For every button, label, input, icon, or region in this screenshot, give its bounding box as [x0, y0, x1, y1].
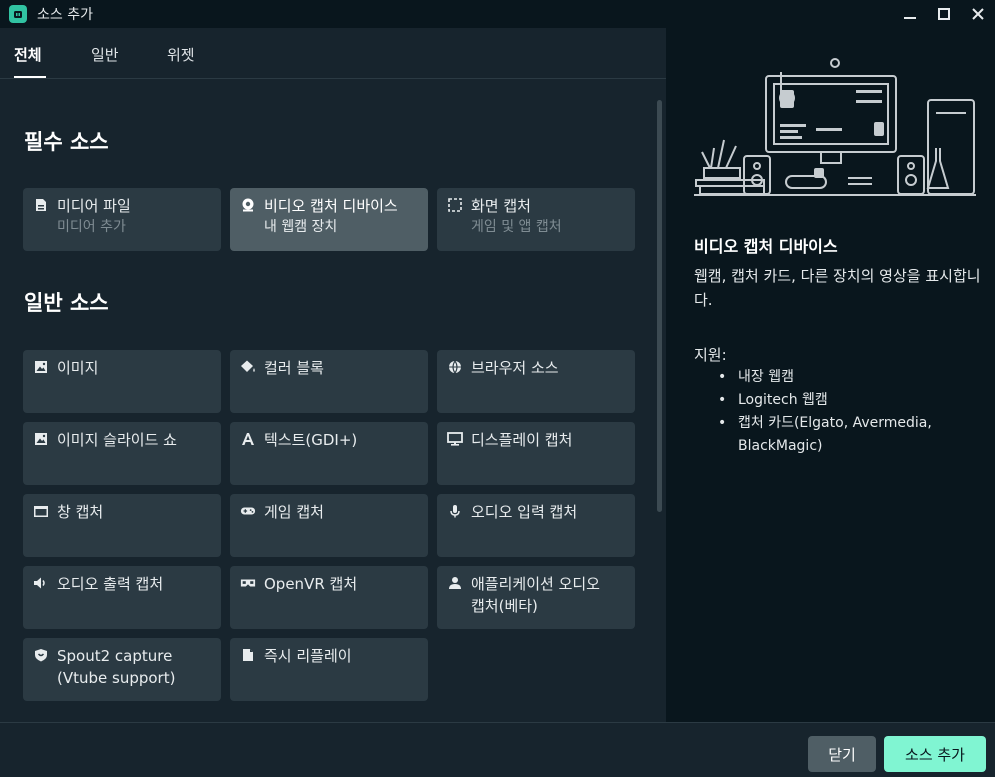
source-card-media-file[interactable]: 미디어 파일 미디어 추가 [23, 188, 221, 251]
gamepad-icon [240, 503, 256, 519]
source-card-spout2[interactable]: Spout2 capture (Vtube support) [23, 638, 221, 701]
globe-icon [447, 359, 463, 375]
support-label: 지원: [694, 346, 727, 364]
source-card-sub: 내 웹캠 장치 [264, 219, 338, 235]
scrollbar-thumb[interactable] [657, 100, 662, 512]
image-icon [33, 431, 49, 447]
details-description: 웹캠, 캡처 카드, 다른 장치의 영상을 표시합니다. [694, 267, 981, 309]
source-card-audio-input[interactable]: 오디오 입력 캡처 [437, 494, 635, 557]
source-card-label: 오디오 출력 캡처 [57, 575, 164, 593]
source-card-label: 오디오 입력 캡처 [471, 503, 578, 521]
support-item: Logitech 웹캠 [718, 389, 968, 412]
user-icon [447, 575, 463, 591]
tab-general[interactable]: 일반 [91, 44, 119, 77]
details-title: 비디오 캡처 디바이스 [694, 237, 838, 256]
source-card-label: Spout2 capture (Vtube support) [57, 647, 176, 687]
details-panel: 비디오 캡처 디바이스 웹캠, 캡처 카드, 다른 장치의 영상을 표시합니다.… [666, 28, 995, 722]
source-card-label: 비디오 캡처 디바이스 [264, 197, 398, 215]
vr-headset-icon [240, 575, 256, 591]
source-card-label: 미디어 파일 [57, 197, 131, 215]
source-card-instant-replay[interactable]: 즉시 리플레이 [230, 638, 428, 701]
section-title-essential: 필수 소스 [24, 130, 109, 154]
title-bar: 소스 추가 [0, 0, 995, 28]
speaker-icon [33, 575, 49, 591]
source-card-text-gdi[interactable]: 텍스트(GDI+) [230, 422, 428, 485]
source-card-browser-source[interactable]: 브라우저 소스 [437, 350, 635, 413]
monitor-icon [447, 431, 463, 447]
source-card-label: 애플리케이션 오디오 캡처(베타) [471, 575, 600, 615]
screen-capture-icon [447, 197, 463, 213]
window-title: 소스 추가 [37, 7, 93, 23]
source-card-video-capture[interactable]: 비디오 캡처 디바이스 내 웹캠 장치 [230, 188, 428, 251]
app-logo-icon [9, 5, 27, 23]
source-card-openvr[interactable]: OpenVR 캡처 [230, 566, 428, 629]
source-card-label: 즉시 리플레이 [264, 647, 352, 665]
source-card-screen-capture[interactable]: 화면 캡처 게임 및 앱 캡처 [437, 188, 635, 251]
source-card-label: 텍스트(GDI+) [264, 431, 358, 449]
file-icon [33, 197, 49, 213]
source-card-label: 디스플레이 캡처 [471, 431, 573, 449]
section-title-general: 일반 소스 [24, 291, 109, 315]
document-icon [240, 647, 256, 663]
support-item: 내장 웹캠 [718, 366, 968, 389]
close-icon[interactable] [961, 0, 995, 28]
paint-bucket-icon [240, 359, 256, 375]
support-list: 내장 웹캠 Logitech 웹캠 캡처 카드(Elgato, Avermedi… [718, 366, 968, 435]
source-card-label: 화면 캡처 [471, 197, 531, 215]
source-card-label: 브라우저 소스 [471, 359, 559, 377]
source-card-display-capture[interactable]: 디스플레이 캡처 [437, 422, 635, 485]
shield-icon [33, 647, 49, 663]
maximize-icon[interactable] [927, 0, 961, 28]
tab-all[interactable]: 전체 [14, 44, 42, 77]
source-card-label: OpenVR 캡처 [264, 575, 358, 593]
microphone-icon [447, 503, 463, 519]
image-icon [33, 359, 49, 375]
source-card-sub: 미디어 추가 [57, 219, 126, 235]
source-card-image[interactable]: 이미지 [23, 350, 221, 413]
source-card-label: 창 캡처 [57, 503, 104, 521]
source-card-label: 게임 캡처 [264, 503, 324, 521]
source-list-panel: 전체 일반 위젯 필수 소스 미디어 파일 미디어 추가 비디오 캡처 디바이스… [0, 28, 666, 722]
footer-bar: 닫기 소스 추가 [0, 722, 995, 777]
source-card-audio-output[interactable]: 오디오 출력 캡처 [23, 566, 221, 629]
source-card-game-capture[interactable]: 게임 캡처 [230, 494, 428, 557]
source-card-window-capture[interactable]: 창 캡처 [23, 494, 221, 557]
tab-widgets[interactable]: 위젯 [167, 44, 195, 77]
tab-bar: 전체 일반 위젯 [0, 28, 666, 79]
close-button[interactable]: 닫기 [808, 736, 876, 772]
add-source-button[interactable]: 소스 추가 [884, 736, 986, 772]
source-card-color-block[interactable]: 컬러 블록 [230, 350, 428, 413]
active-tab-indicator [14, 76, 46, 78]
source-card-app-audio[interactable]: 애플리케이션 오디오 캡처(베타) [437, 566, 635, 629]
source-card-label: 이미지 슬라이드 쇼 [57, 431, 177, 449]
minimize-icon[interactable] [893, 0, 927, 28]
window-icon [33, 503, 49, 519]
webcam-icon [240, 197, 256, 213]
desk-setup-illustration [694, 58, 976, 196]
text-icon [240, 431, 256, 447]
source-card-label: 컬러 블록 [264, 359, 324, 377]
support-item-continuation: BlackMagic) [738, 438, 823, 454]
source-card-image-slideshow[interactable]: 이미지 슬라이드 쇼 [23, 422, 221, 485]
source-card-sub: 게임 및 앱 캡처 [471, 219, 562, 235]
support-item: 캡처 카드(Elgato, Avermedia, [718, 412, 968, 435]
source-card-label: 이미지 [57, 359, 99, 377]
